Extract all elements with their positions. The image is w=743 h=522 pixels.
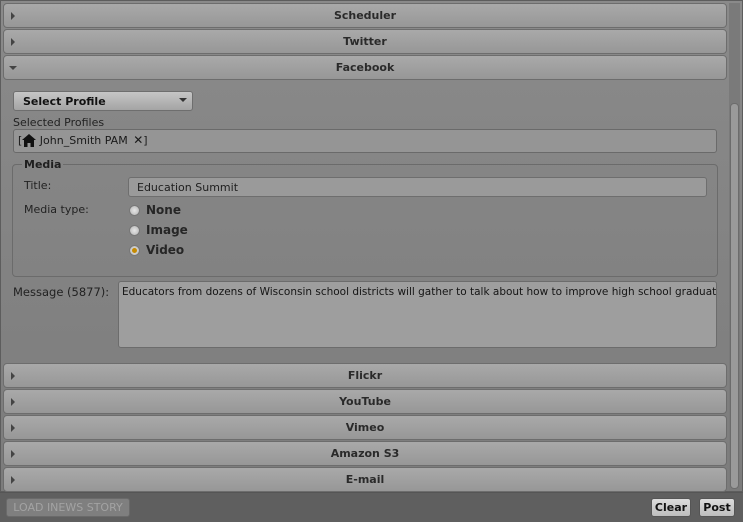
- accordion-facebook[interactable]: Facebook: [3, 55, 727, 80]
- accordion-label: Amazon S3: [330, 447, 400, 460]
- triangle-right-icon: [11, 12, 15, 20]
- radio-video-label: Video: [146, 243, 185, 257]
- accordion-twitter[interactable]: Twitter: [3, 29, 727, 54]
- scrollbar-thumb[interactable]: [730, 103, 739, 489]
- radio-image[interactable]: Image: [129, 223, 188, 237]
- home-icon: [22, 134, 37, 150]
- profile-name: John_Smith PAM: [39, 134, 128, 147]
- media-fieldset: Media: [12, 158, 718, 277]
- accordion-label: E-mail: [345, 473, 385, 486]
- select-profile-dropdown[interactable]: Select Profile: [13, 91, 193, 111]
- accordion-email[interactable]: E-mail: [3, 467, 727, 492]
- accordion-scheduler[interactable]: Scheduler: [3, 3, 727, 28]
- radio-image-label: Image: [146, 223, 188, 237]
- radio-none-indicator[interactable]: [129, 204, 140, 216]
- triangle-right-icon: [11, 38, 15, 46]
- profile-close-bracket: ]: [143, 134, 148, 147]
- select-profile-label: Select Profile: [23, 95, 106, 108]
- publish-panel: Scheduler Twitter Facebook Select Profil…: [0, 0, 743, 492]
- accordion-label: Flickr: [347, 369, 383, 382]
- radio-none[interactable]: None: [129, 203, 181, 217]
- selected-profiles-field: [ John_Smith PAM ✕]: [13, 129, 717, 153]
- accordion-youtube[interactable]: YouTube: [3, 389, 727, 414]
- triangle-right-icon: [11, 450, 15, 458]
- triangle-right-icon: [11, 372, 15, 380]
- media-legend: Media: [24, 158, 62, 171]
- accordion-amazon-s3[interactable]: Amazon S3: [3, 441, 727, 466]
- accordion-label: Vimeo: [345, 421, 385, 434]
- message-label: Message (5877):: [13, 285, 110, 299]
- accordion-label: YouTube: [339, 395, 391, 408]
- message-textarea[interactable]: Educators from dozens of Wisconsin schoo…: [118, 281, 717, 348]
- scrollbar[interactable]: [729, 3, 740, 491]
- triangle-down-icon: [9, 66, 17, 70]
- accordion-label: Twitter: [343, 35, 387, 48]
- radio-none-label: None: [146, 203, 181, 217]
- triangle-right-icon: [11, 476, 15, 484]
- clear-button[interactable]: Clear: [651, 498, 691, 517]
- radio-video-indicator[interactable]: [129, 244, 140, 256]
- accordion-label: Facebook: [335, 61, 395, 74]
- load-inews-story-button[interactable]: LOAD INEWS STORY: [6, 498, 130, 517]
- title-input[interactable]: Education Summit: [128, 177, 707, 197]
- title-label: Title:: [24, 179, 52, 192]
- footer-bar: LOAD INEWS STORY Clear Post: [0, 492, 743, 522]
- radio-video[interactable]: Video: [129, 243, 184, 257]
- accordion-flickr[interactable]: Flickr: [3, 363, 727, 388]
- selected-profiles-label: Selected Profiles: [13, 116, 105, 129]
- caret-down-icon: [179, 98, 187, 102]
- post-button[interactable]: Post: [699, 498, 735, 517]
- accordion-vimeo[interactable]: Vimeo: [3, 415, 727, 440]
- accordion-label: Scheduler: [333, 9, 397, 22]
- remove-profile-icon[interactable]: ✕: [133, 133, 143, 147]
- radio-image-indicator[interactable]: [129, 224, 140, 236]
- triangle-right-icon: [11, 398, 15, 406]
- media-type-label: Media type:: [24, 203, 89, 216]
- triangle-right-icon: [11, 424, 15, 432]
